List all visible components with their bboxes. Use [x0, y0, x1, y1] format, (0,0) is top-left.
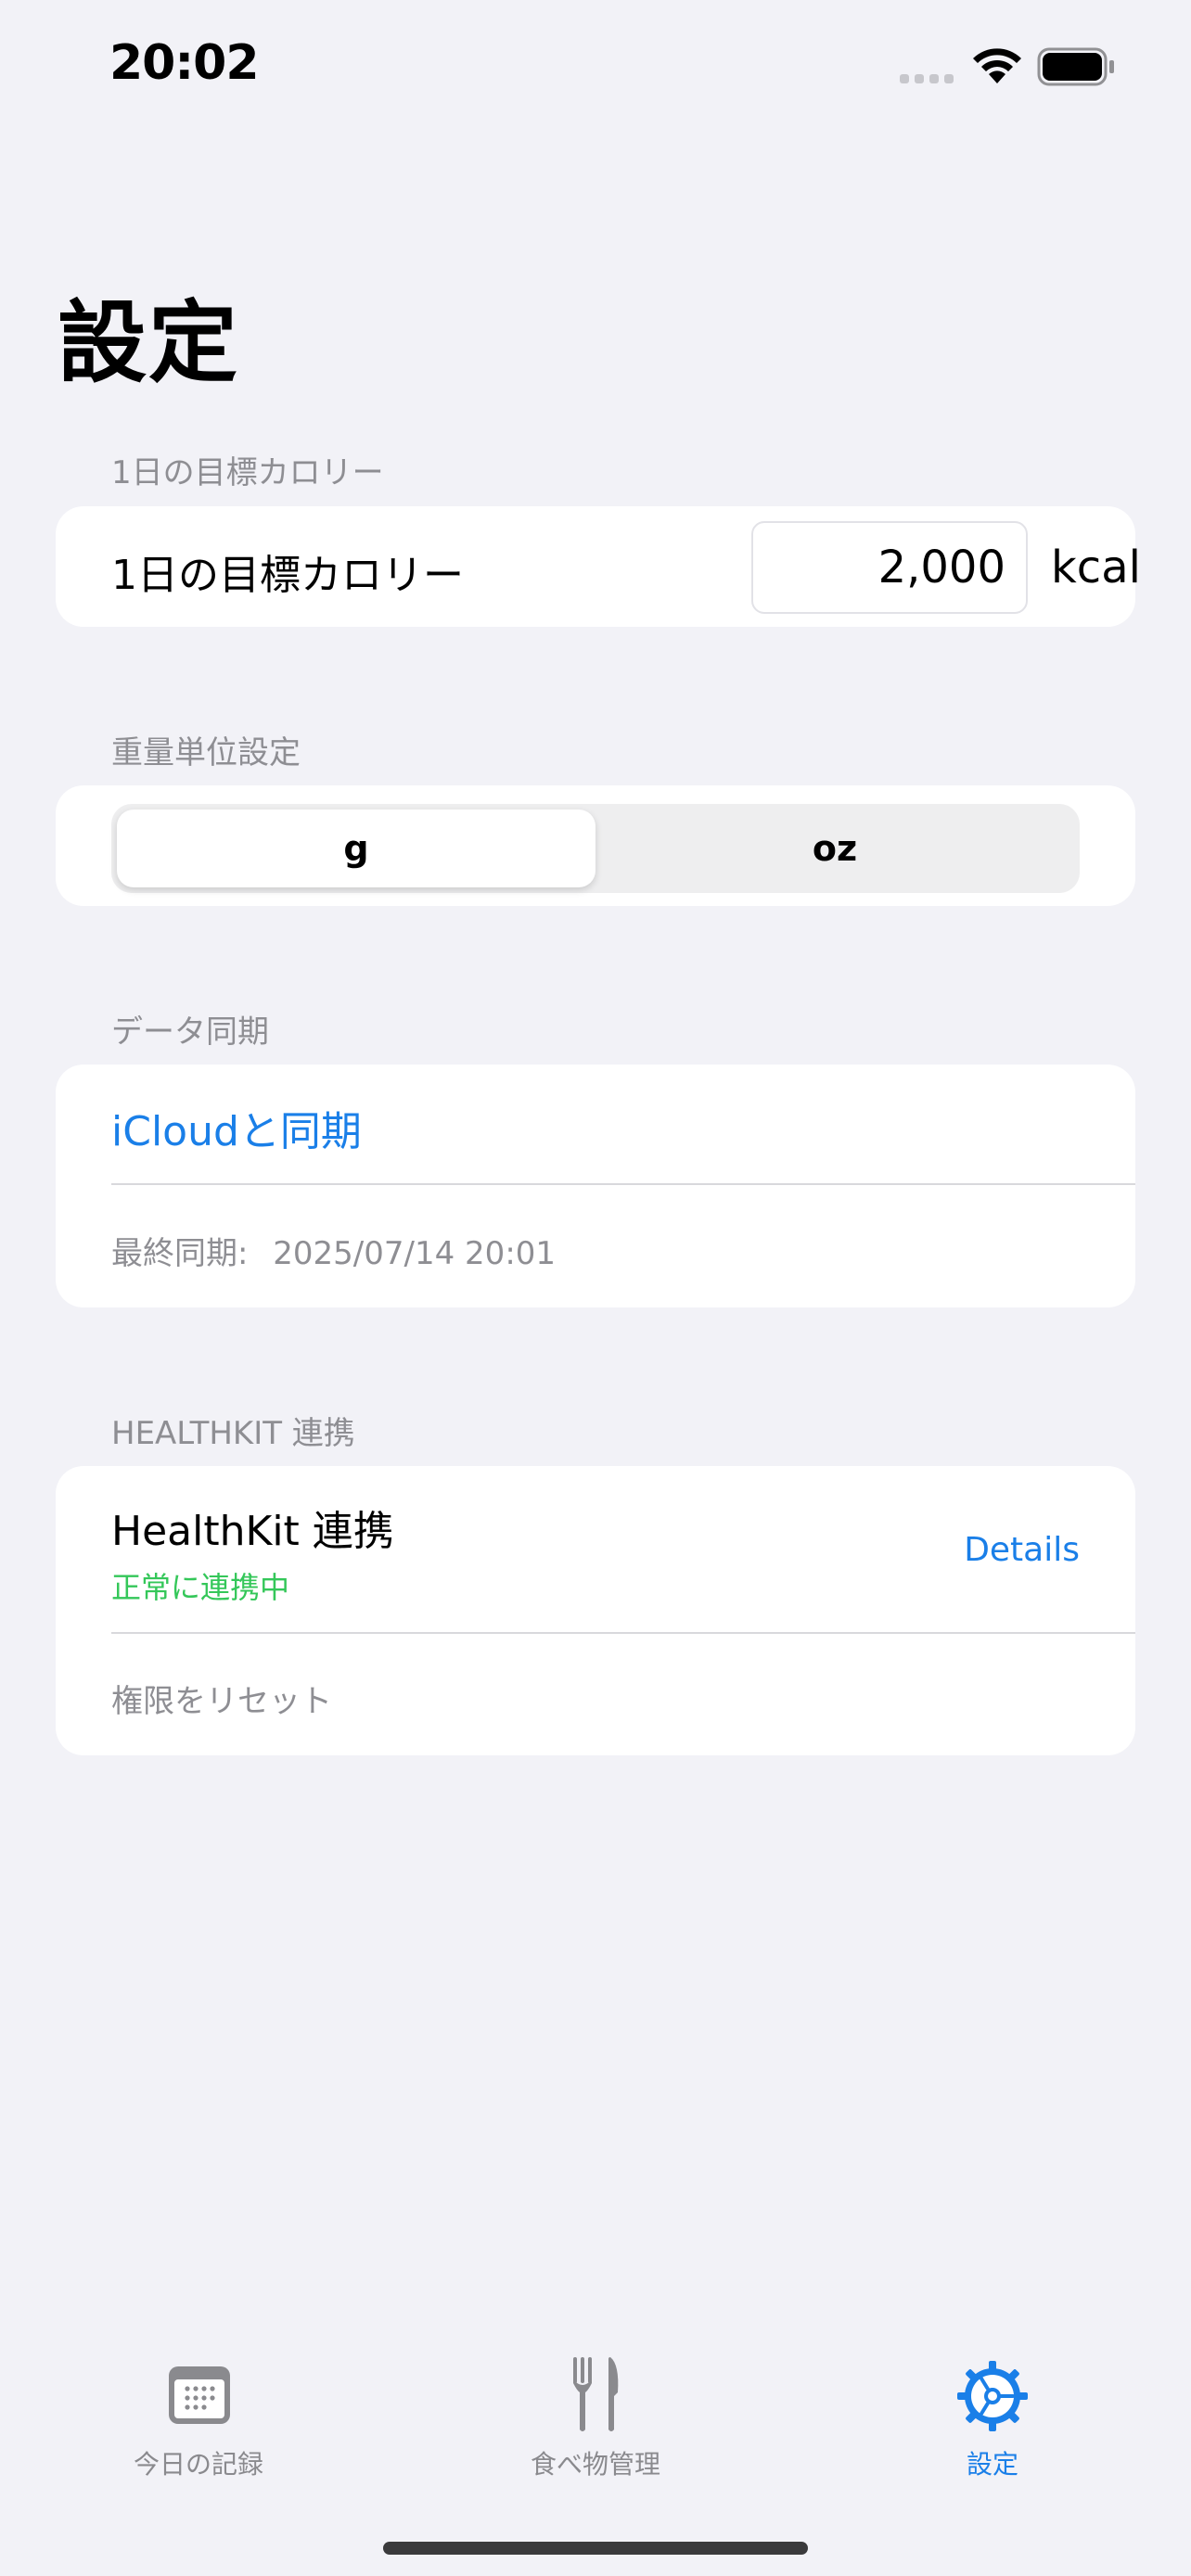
divider: [111, 1632, 1135, 1634]
tab-label-today: 今日の記録: [133, 2449, 263, 2480]
cellular-signal-icon: [900, 74, 954, 83]
tab-food-management[interactable]: 食べ物管理: [493, 2337, 698, 2485]
tab-today-record[interactable]: 今日の記録: [96, 2337, 301, 2485]
page-title: 設定: [58, 291, 239, 395]
weight-unit-segmented-control: g oz: [111, 804, 1080, 893]
fork-knife-icon: [573, 2357, 619, 2431]
divider: [111, 1183, 1135, 1185]
sync-section-header: データ同期: [111, 1014, 269, 1051]
calorie-card: 1日の目標カロリー 2,000 kcal: [56, 506, 1141, 627]
calendar-icon: [169, 2366, 230, 2424]
segment-g[interactable]: g: [117, 810, 596, 887]
sync-card: iCloudと同期 最終同期: 2025/07/14 20:01: [56, 1065, 1135, 1307]
wifi-icon: [973, 48, 1021, 83]
healthkit-card: HealthKit 連携 正常に連携中 Details 権限をリセット: [56, 1466, 1135, 1755]
calorie-unit: kcal: [1051, 542, 1141, 593]
tab-label-food: 食べ物管理: [530, 2449, 660, 2480]
tab-settings[interactable]: 設定: [890, 2337, 1095, 2485]
tab-bar: 今日の記録 食べ物管理 設定: [0, 2337, 1191, 2504]
battery-icon: [1037, 47, 1114, 86]
healthkit-details-link[interactable]: Details: [964, 1531, 1080, 1569]
home-indicator: [383, 2542, 808, 2555]
healthkit-status: 正常に連携中: [111, 1570, 290, 1605]
last-sync-label: 最終同期:: [111, 1235, 249, 1272]
calorie-input[interactable]: 2,000: [751, 521, 1028, 614]
last-sync-row: 最終同期: 2025/07/14 20:01: [111, 1228, 556, 1273]
status-time: 20:02: [109, 35, 260, 91]
weight-section-header: 重量単位設定: [111, 734, 301, 772]
healthkit-title: HealthKit 連携: [111, 1508, 394, 1555]
calorie-label: 1日の目標カロリー: [111, 552, 464, 599]
tab-label-settings: 設定: [966, 2449, 1018, 2480]
icloud-sync-button[interactable]: iCloudと同期: [111, 1098, 362, 1157]
gear-icon: [957, 2361, 1028, 2431]
calorie-section-header: 1日の目標カロリー: [111, 454, 384, 491]
healthkit-section-header: HEALTHKIT 連携: [111, 1415, 355, 1452]
reset-permissions-button[interactable]: 権限をリセット: [111, 1676, 332, 1721]
weight-card: g oz: [56, 785, 1135, 906]
last-sync-value: 2025/07/14 20:01: [273, 1235, 557, 1272]
segment-oz[interactable]: oz: [596, 810, 1074, 887]
